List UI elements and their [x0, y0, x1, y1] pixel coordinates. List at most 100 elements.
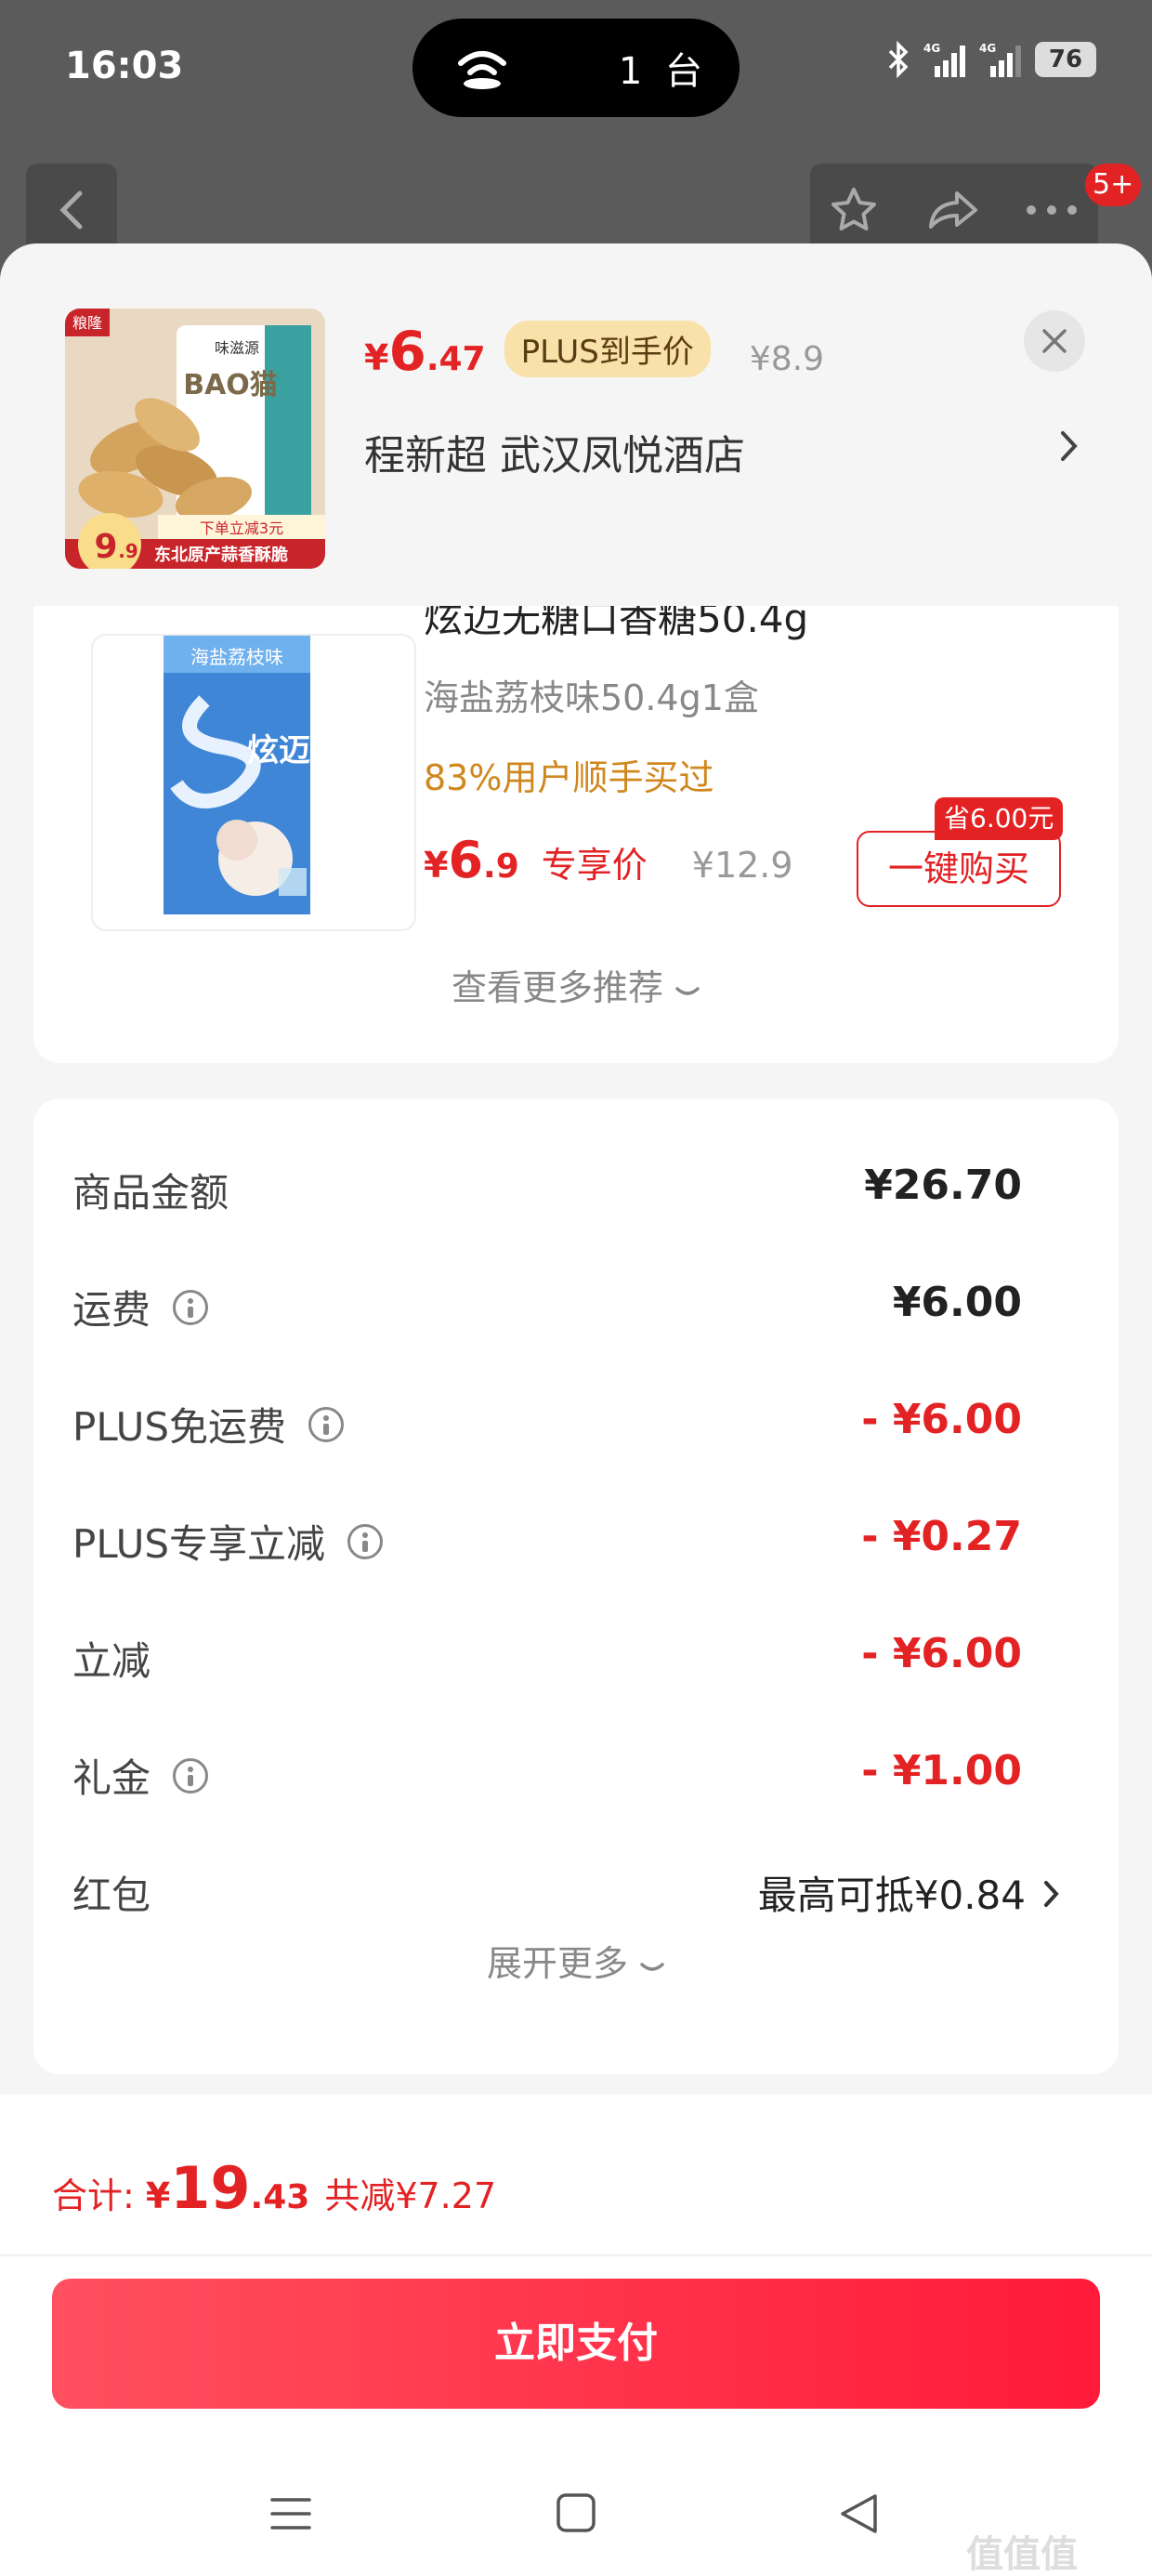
price-integer: 6 [448, 831, 484, 889]
summary-row-label-text: 礼金 [72, 1755, 151, 1801]
wifi-hotspot-icon [458, 51, 506, 89]
checkout-sheet: 海盐荔枝味 炫迈 炫迈无糖口香糖50.4g 海盐荔枝味50.4g1盒 83%用户… [0, 243, 1152, 2576]
info-icon[interactable] [347, 1523, 384, 1559]
summary-row-value: - ¥0.27 [861, 1513, 1022, 1560]
gum-brand-text: 炫迈 [247, 732, 310, 769]
more-recommendations-label: 查看更多推荐 [451, 967, 663, 1008]
bluetooth-icon [888, 41, 909, 78]
more-icon[interactable] [1026, 204, 1078, 216]
home-icon[interactable] [556, 2492, 596, 2533]
summary-row-label: 立减 [72, 1630, 151, 1687]
status-bar: 16:03 1 台 4G 4G 76 [0, 0, 1152, 139]
summary-row: PLUS免运费 - ¥6.00 [72, 1396, 1061, 1452]
price-currency: ¥ [364, 337, 389, 378]
close-button[interactable] [1024, 310, 1085, 372]
svg-text:4G: 4G [979, 42, 996, 55]
summary-row-label: 红包 [72, 1864, 151, 1921]
product-image[interactable]: 粮隆 味滋源 BAO猫 下单立减3元 东北原产蒜香酥脆 9 .9 [65, 309, 325, 569]
original-price: ¥8.9 [749, 340, 824, 378]
svg-text:4G: 4G [923, 42, 940, 55]
chevron-right-icon[interactable] [1059, 429, 1080, 463]
summary-row-label: PLUS免运费 [72, 1396, 345, 1452]
back-triangle-icon[interactable] [838, 2492, 879, 2535]
watermark: 值值值 [966, 2533, 1078, 2576]
signal-icon: 4G [979, 42, 1021, 77]
summary-row-value: 最高可抵¥0.84 [758, 1864, 1061, 1921]
delivery-address[interactable]: 程新超 武汉凤悦酒店 [364, 422, 745, 481]
page-actions [810, 164, 1098, 255]
back-button[interactable] [26, 164, 117, 255]
divider [0, 2254, 1152, 2256]
one-click-buy-button[interactable]: 一键购买 [857, 831, 1061, 907]
pack-name-text: BAO猫 [183, 369, 278, 401]
summary-row-label: 运费 [72, 1279, 209, 1335]
info-icon[interactable] [173, 1757, 209, 1794]
pack-label-text: 味滋源 [215, 339, 259, 357]
total-integer: 19 [170, 2154, 251, 2222]
recommendation-image[interactable]: 海盐荔枝味 炫迈 [91, 634, 416, 931]
summary-row-label: PLUS专享立减 [72, 1513, 384, 1570]
notification-badge: 5+ [1085, 164, 1142, 206]
image-price-text: 9 [94, 528, 117, 566]
summary-row-label-text: 红包 [72, 1873, 151, 1918]
sheet-header: 粮隆 味滋源 BAO猫 下单立减3元 东北原产蒜香酥脆 9 .9 ¥ 6 .47… [0, 243, 1152, 606]
gum-pack-illustration: 海盐荔枝味 炫迈 [164, 636, 310, 914]
info-icon[interactable] [308, 1406, 345, 1442]
status-time: 16:03 [65, 45, 184, 87]
price-decimal: .9 [483, 848, 519, 886]
chevron-right-icon[interactable] [1042, 1879, 1061, 1909]
signal-icon: 4G [923, 42, 965, 77]
summary-row-value-text: 最高可抵¥0.84 [757, 1873, 1026, 1918]
save-tag: 省6.00元 [935, 797, 1064, 840]
total-decimal: .43 [250, 2178, 310, 2216]
total-currency: ¥ [145, 2175, 171, 2216]
star-icon[interactable] [829, 186, 879, 234]
promo-text: 下单立减3元 [200, 519, 283, 537]
info-icon[interactable] [173, 1289, 209, 1325]
system-icons: 4G 4G 76 [886, 41, 1096, 78]
price-decimal: .47 [425, 340, 486, 378]
expand-more-label: 展开更多 [486, 1943, 628, 1984]
recommendation-price: ¥ 6 .9 专享价 ¥12.9 [424, 831, 793, 889]
checkout-bar: 合计: ¥ 19 .43 共减¥7.27 立即支付 值值值 [0, 2095, 1152, 2576]
peanut-pack-illustration: 粮隆 味滋源 BAO猫 下单立减3元 东北原产蒜香酥脆 9 .9 [65, 309, 325, 569]
summary-row: 礼金 - ¥1.00 [72, 1747, 1061, 1803]
pay-now-button[interactable]: 立即支付 [52, 2279, 1100, 2409]
gum-flavor-text: 海盐荔枝味 [190, 646, 283, 668]
summary-row-value: - ¥6.00 [861, 1396, 1022, 1443]
back-arrow-icon [59, 191, 83, 230]
summary-row: 商品金额 ¥26.70 [72, 1162, 1061, 1217]
summary-row-value: ¥6.00 [892, 1279, 1022, 1326]
more-recommendations-link[interactable]: 查看更多推荐 [33, 959, 1119, 1010]
total-amount: 合计: ¥ 19 .43 共减¥7.27 [52, 2154, 496, 2222]
original-price: ¥12.9 [691, 845, 793, 886]
menu-icon[interactable] [269, 2492, 312, 2535]
island-text: 1 台 [618, 50, 708, 93]
price-integer: 6 [388, 320, 426, 383]
chevron-down-icon [675, 987, 700, 995]
share-icon[interactable] [925, 186, 981, 234]
header-price: ¥ 6 .47 PLUS到手价 ¥8.9 [364, 320, 824, 385]
total-saved: 共减¥7.27 [324, 2175, 497, 2216]
brand-text: 粮隆 [72, 314, 102, 332]
summary-row-label-text: PLUS免运费 [72, 1404, 287, 1450]
summary-row-value: - ¥1.00 [861, 1747, 1022, 1794]
price-currency: ¥ [424, 845, 449, 886]
total-label: 合计: [52, 2175, 135, 2216]
battery-indicator: 76 [1035, 42, 1096, 77]
summary-row-value: ¥26.70 [864, 1162, 1022, 1209]
image-price-decimal: .9 [118, 540, 138, 562]
summary-row-label: 礼金 [72, 1747, 209, 1804]
recommendation-spec: 海盐荔枝味50.4g1盒 [424, 677, 759, 718]
chevron-down-icon [640, 1963, 664, 1971]
summary-row-label: 商品金额 [72, 1162, 229, 1218]
recommendation-social-proof: 83%用户顺手买过 [424, 757, 714, 798]
summary-row[interactable]: 红包 最高可抵¥0.84 [72, 1864, 1061, 1920]
plus-price-tag: PLUS到手价 [504, 321, 711, 377]
summary-row: 运费 ¥6.00 [72, 1279, 1061, 1334]
dynamic-island[interactable]: 1 台 [412, 19, 740, 117]
order-summary: 商品金额 ¥26.70 运费 ¥6.00 PLUS免运费 - ¥6.00 PLUS专享立减 -… [33, 1098, 1119, 2074]
expand-more-link[interactable]: 展开更多 [33, 1935, 1119, 1986]
summary-row: 立减 - ¥6.00 [72, 1630, 1061, 1686]
summary-row-label-text: 立减 [72, 1638, 151, 1684]
